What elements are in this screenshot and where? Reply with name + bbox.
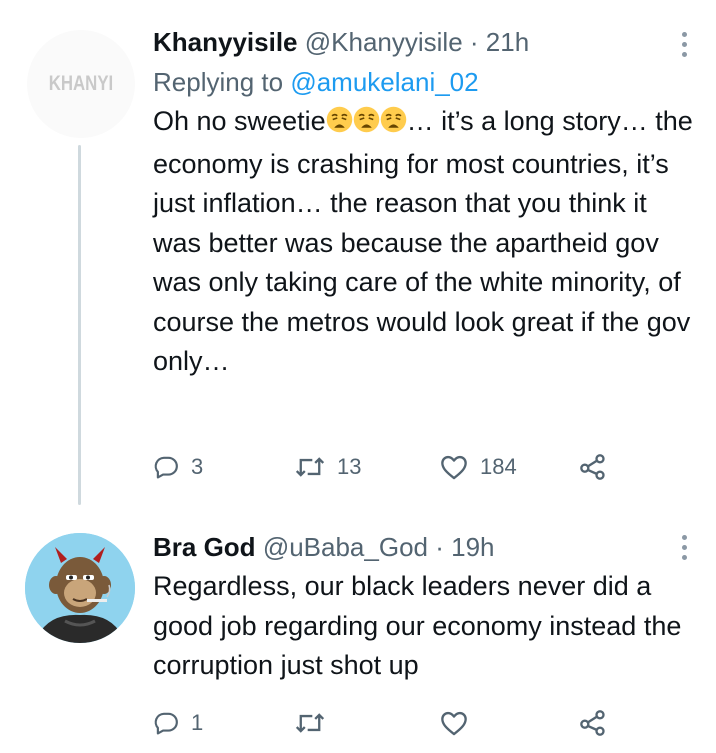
tweet[interactable]: Bra God @uBaba_God · 19h Regardless, our… xyxy=(0,515,716,753)
tweet-text: Oh no sweetie… it’s a long story… the ec… xyxy=(153,102,698,382)
reply-icon xyxy=(154,456,178,479)
display-name[interactable]: Khanyyisile xyxy=(153,27,298,57)
separator: · xyxy=(469,27,479,57)
thread-line xyxy=(78,145,81,505)
like-icon xyxy=(441,711,467,736)
replying-to: Replying to @amukelani_02 xyxy=(153,62,676,102)
like-icon xyxy=(441,455,467,480)
avatar[interactable] xyxy=(25,533,135,643)
avatar-logo: KHANYI xyxy=(48,72,114,95)
replying-to-handle[interactable]: @amukelani_02 xyxy=(290,67,478,97)
timestamp[interactable]: 19h xyxy=(451,532,494,562)
share-button[interactable] xyxy=(579,703,607,743)
reply-icon xyxy=(154,712,178,735)
retweet-count: 13 xyxy=(337,454,362,479)
tweet-actions: 3 13 184 xyxy=(153,447,623,487)
weary-face-icon xyxy=(326,105,353,145)
tweet-text: Regardless, our black leaders never did … xyxy=(153,571,682,680)
retweet-icon xyxy=(295,713,325,733)
like-button[interactable]: 184 xyxy=(440,447,517,487)
share-icon xyxy=(580,710,605,736)
retweet-button[interactable] xyxy=(295,703,337,743)
ape-avatar-image xyxy=(25,533,135,643)
reply-button[interactable]: 1 xyxy=(153,703,203,743)
display-name[interactable]: Bra God xyxy=(153,532,256,562)
retweet-icon xyxy=(295,457,325,477)
like-count: 184 xyxy=(480,454,517,479)
share-button[interactable] xyxy=(579,447,607,487)
reply-count: 3 xyxy=(191,454,204,479)
timestamp[interactable]: 21h xyxy=(486,27,529,57)
retweet-button[interactable]: 13 xyxy=(295,447,361,487)
user-handle[interactable]: @uBaba_God xyxy=(263,532,428,562)
tweet-header: Bra God @uBaba_God · 19h xyxy=(153,527,676,567)
tweet-header: Khanyyisile @Khanyyisile · 21h xyxy=(153,22,676,62)
replying-to-label: Replying to xyxy=(153,67,284,97)
reply-count: 1 xyxy=(191,710,204,735)
weary-face-icon xyxy=(353,105,380,145)
tweet-actions: 1 xyxy=(153,703,623,743)
tweet-content: Khanyyisile @Khanyyisile · 21h Replying … xyxy=(153,22,693,382)
tweet[interactable]: KHANYI Khanyyisile @Khanyyisile · 21h Re… xyxy=(0,0,716,515)
more-icon[interactable] xyxy=(680,535,688,560)
tweet-text-start: Oh no sweetie xyxy=(153,106,326,136)
user-handle[interactable]: @Khanyyisile xyxy=(305,27,463,57)
more-icon[interactable] xyxy=(680,32,688,57)
avatar[interactable]: KHANYI xyxy=(27,30,135,138)
separator: · xyxy=(435,532,444,562)
tweet-text-rest: … it’s a long story… the economy is cras… xyxy=(153,106,693,376)
like-button[interactable] xyxy=(440,703,480,743)
tweet-content: Bra God @uBaba_God · 19h Regardless, our… xyxy=(153,527,681,686)
weary-face-icon xyxy=(380,105,407,145)
reply-button[interactable]: 3 xyxy=(153,447,203,487)
share-icon xyxy=(580,454,605,480)
